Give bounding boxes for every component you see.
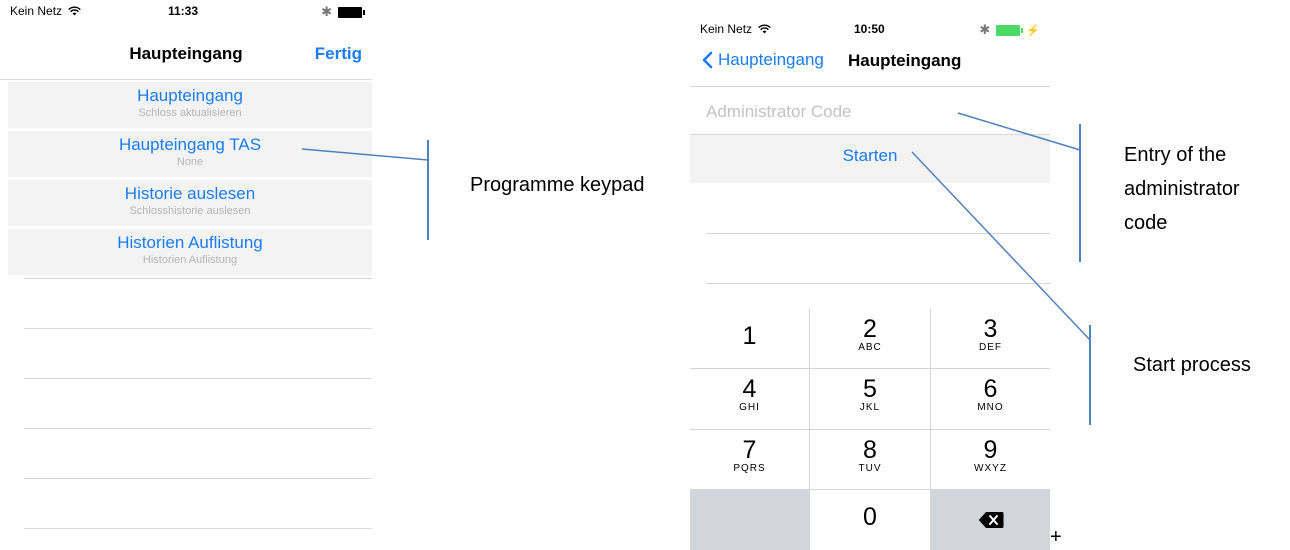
annotation-entry-admin-code: Entry of the administrator code <box>1124 138 1240 240</box>
annotation-pointer-start <box>911 151 1091 341</box>
annotation-lines <box>911 112 1091 425</box>
annotation-line-1: Entry of the <box>1124 144 1227 166</box>
annotation-start-process: Start process <box>1133 354 1251 376</box>
annotation-line-3: code <box>1124 212 1168 234</box>
annotation-line-2: administrator <box>1124 178 1240 200</box>
annotation-pointer-code <box>957 112 1081 151</box>
annotation-plus: + <box>1050 526 1062 548</box>
